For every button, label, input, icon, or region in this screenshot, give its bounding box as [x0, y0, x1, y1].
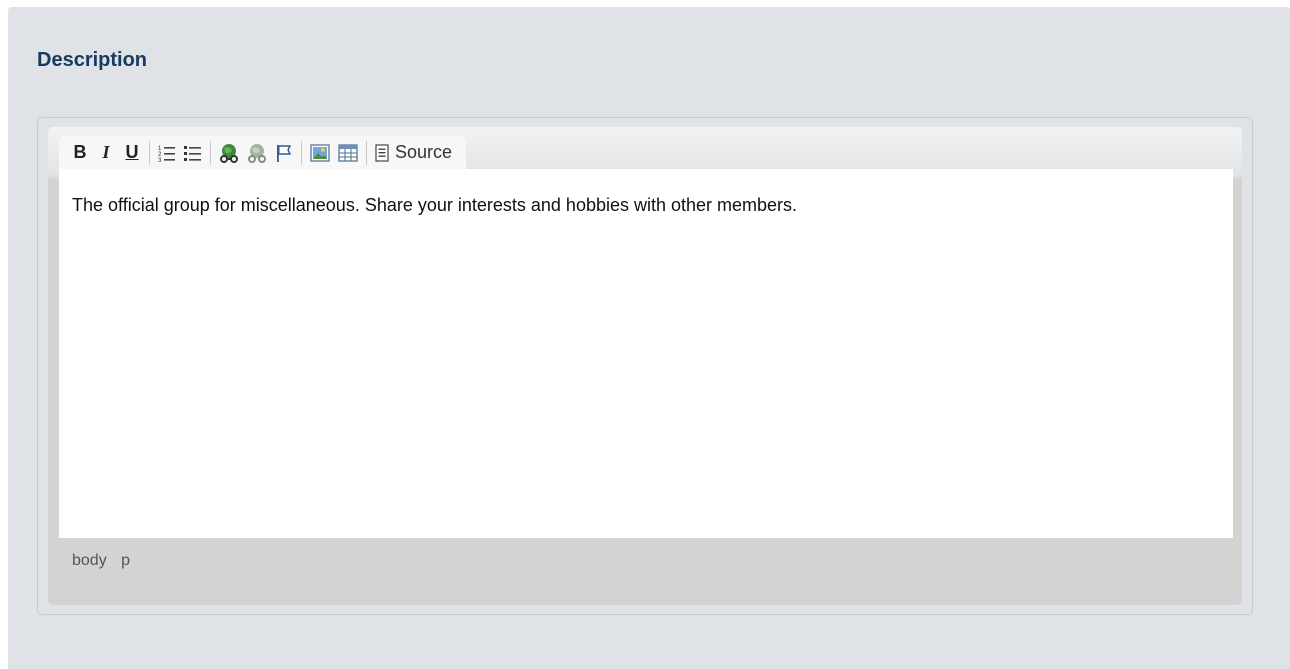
svg-text:3: 3 [158, 158, 162, 162]
table-button[interactable] [334, 140, 362, 166]
italic-icon: I [102, 142, 110, 162]
anchor-button[interactable] [271, 140, 297, 166]
source-label: Source [395, 142, 453, 162]
source-document-icon [375, 143, 389, 162]
bulleted-list-button[interactable] [180, 140, 206, 166]
unlink-icon [247, 143, 267, 163]
editor-toolbar: B I U 1 2 3 Source [59, 136, 467, 169]
bold-button[interactable]: B [67, 140, 93, 166]
unlink-button[interactable] [243, 140, 271, 166]
toolbar-separator [366, 140, 367, 165]
path-item-p[interactable]: p [121, 552, 130, 569]
description-panel: Description B I U 1 2 3 Source The offic… [8, 7, 1290, 669]
image-button[interactable] [306, 140, 334, 166]
bold-icon: B [73, 142, 87, 162]
link-button[interactable] [215, 140, 243, 166]
element-path-bar: body p [48, 538, 1242, 605]
numbered-list-button[interactable]: 1 2 3 [154, 140, 180, 166]
rich-text-editor: B I U 1 2 3 Source The official group fo… [48, 127, 1242, 605]
underline-icon: U [125, 142, 139, 162]
toolbar-separator [210, 140, 211, 165]
table-icon [338, 143, 358, 162]
source-button[interactable]: Source [371, 140, 456, 166]
italic-button[interactable]: I [93, 140, 119, 166]
path-item-body[interactable]: body [72, 552, 107, 569]
anchor-flag-icon [275, 143, 293, 163]
toolbar-separator [301, 140, 302, 165]
editor-content-area[interactable]: The official group for miscellaneous. Sh… [59, 169, 1233, 538]
link-icon [219, 143, 239, 163]
editor-paragraph: The official group for miscellaneous. Sh… [72, 195, 798, 215]
numbered-list-icon: 1 2 3 [158, 144, 176, 162]
editor-frame: B I U 1 2 3 Source The official group fo… [37, 117, 1253, 615]
image-icon [310, 143, 330, 162]
underline-button[interactable]: U [119, 140, 145, 166]
toolbar-separator [149, 140, 150, 165]
section-title: Description [37, 49, 148, 71]
bulleted-list-icon [184, 144, 202, 162]
